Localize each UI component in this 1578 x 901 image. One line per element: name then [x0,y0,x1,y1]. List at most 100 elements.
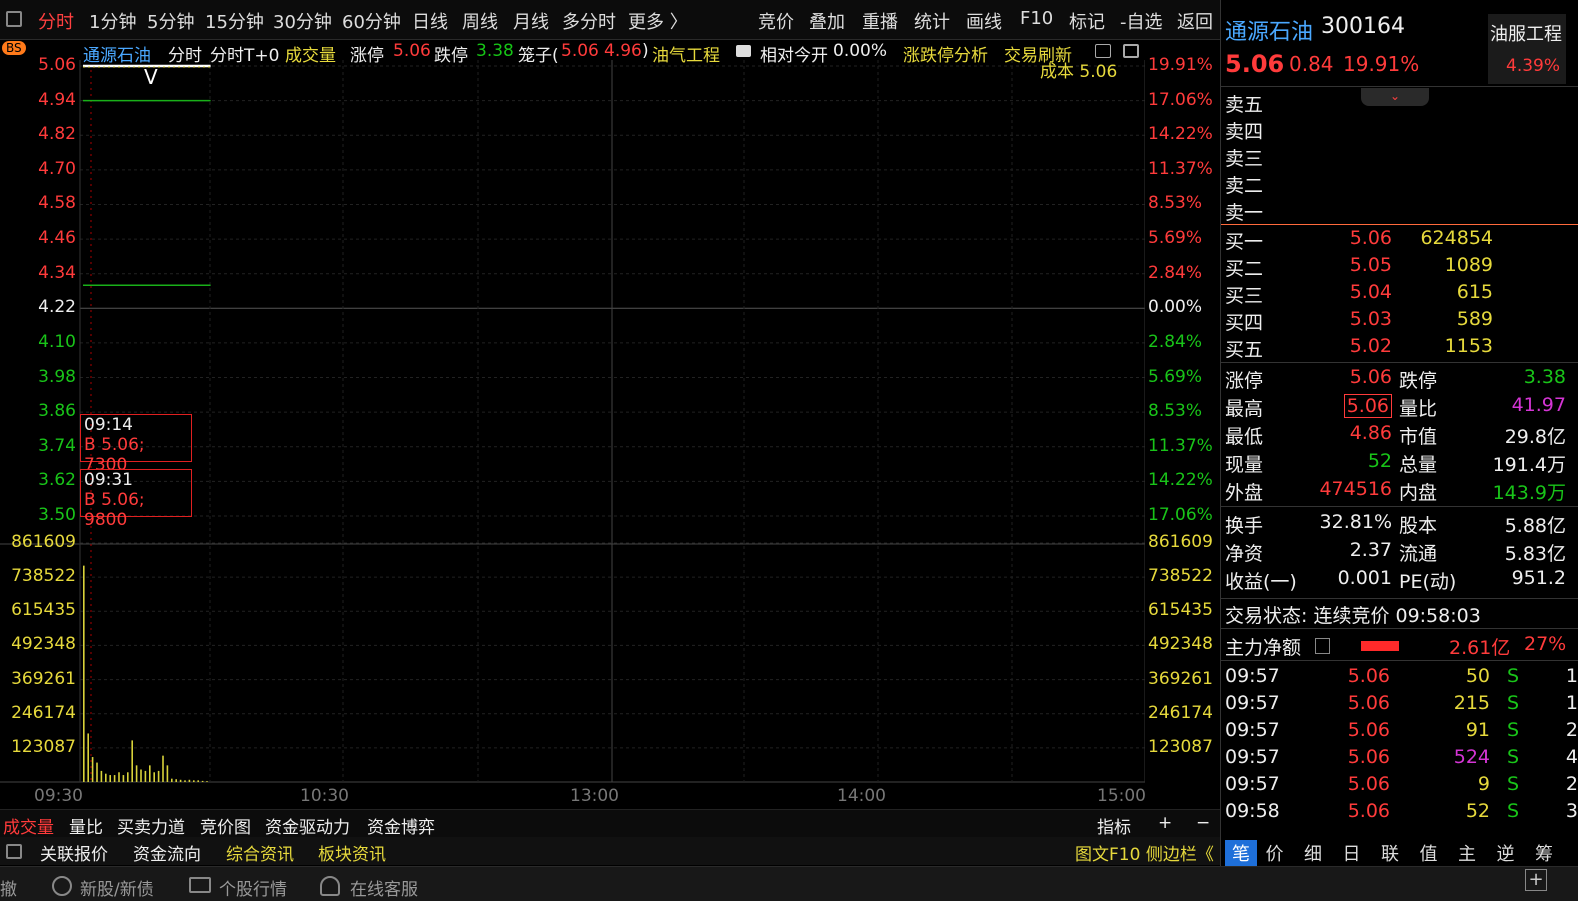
sidebar-toggle-icon[interactable] [1123,44,1139,58]
volume-bar [184,780,186,782]
tab-5min[interactable]: 5分钟 [147,8,194,34]
detail-tab[interactable]: 笔 [1225,840,1257,866]
mark-button[interactable]: 标记 [1069,8,1105,34]
list-icon[interactable] [1315,638,1330,654]
f10-sidebar-link[interactable]: 图文F10 侧边栏《 [1075,840,1214,865]
panel-icon[interactable] [6,844,22,859]
rel-open-value: 0.00% [833,41,888,61]
bid-price[interactable]: 5.04 [1350,281,1392,303]
quote-pct: 19.91% [1343,52,1420,76]
overlay-button[interactable]: 叠加 [809,8,845,34]
tick-volume: 50 [1465,665,1490,687]
detail-tab[interactable]: 细 [1304,840,1322,866]
tab-monthly[interactable]: 月线 [513,8,549,34]
cage-upper: 5.06 [561,41,599,61]
expand-icon[interactable] [1095,44,1111,58]
draw-button[interactable]: 画线 [966,8,1002,34]
tab-related-quotes[interactable]: 关联报价 [40,840,108,865]
stock-quote-link[interactable]: 个股行情 [219,875,287,900]
ipo-link[interactable]: 新股/新债 [80,875,154,900]
time-tick: 09:30 [34,786,83,806]
watchlist-remove-button[interactable]: -自选 [1120,8,1163,34]
ipo-icon [52,876,72,896]
volume-bar [100,770,103,782]
intraday-chart[interactable]: V 成本 5.06 5.06 4.94 4.82 4.70 4.58 4.46 4.34 4.… [0,55,1213,806]
tab-volume[interactable]: 成交量 [3,813,54,838]
price-tick: 4.46 [38,228,76,249]
stat-label: 股本 [1399,515,1438,537]
indicator-button[interactable]: 指标 [1097,813,1131,838]
bid-price[interactable]: 5.06 [1350,227,1392,249]
detail-tab[interactable]: 价 [1266,840,1284,866]
detail-tab[interactable]: 逆 [1497,840,1515,866]
tab-60min[interactable]: 60分钟 [342,8,401,34]
tab-multi[interactable]: 多分时 [562,8,616,34]
tick-count: 2 [1565,719,1578,741]
volume-bar [91,757,94,782]
tab-news[interactable]: 综合资讯 [226,840,294,865]
detail-tab[interactable]: 筹 [1535,840,1553,866]
tick-count: 3 [1565,800,1578,822]
tab-1min[interactable]: 1分钟 [89,8,136,34]
bid-volume: 624854 [1420,227,1493,249]
stat-label: 涨停 [1225,370,1264,392]
tab-more[interactable]: 更多 〉 [628,8,688,34]
tab-daily[interactable]: 日线 [412,8,448,34]
tab-capital-game[interactable]: 资金博弈 [367,813,435,838]
remove-indicator-button[interactable]: − [1196,813,1210,833]
back-button[interactable]: 返回 [1177,8,1213,34]
collapse-chevron-icon[interactable]: ⌄ [1361,88,1429,106]
indicator-tabs: 成交量 量比 买卖力道 竞价图 资金驱动力 资金博弈 指标 + − [0,809,1220,838]
trade-marker[interactable]: 09:31 B 5.06; 9800 [80,469,192,530]
volume-bar [105,773,107,782]
tick-count: 4 [1565,746,1578,768]
tab-15min[interactable]: 15分钟 [205,8,264,34]
detail-tab[interactable]: 值 [1420,840,1438,866]
tab-buy-sell-power[interactable]: 买卖力道 [117,813,185,838]
limit-down-value: 3.38 [476,41,514,61]
layout-icon[interactable] [6,11,22,27]
tab-30min[interactable]: 30分钟 [273,8,332,34]
bid-label: 买一 [1225,231,1264,253]
pct-tick: 17.06% [1148,505,1213,525]
volume-bar [122,775,125,782]
bid-price[interactable]: 5.02 [1350,335,1392,357]
volume-bar [87,733,89,782]
camera-icon[interactable] [736,45,751,57]
tab-volume-ratio[interactable]: 量比 [69,813,103,838]
tab-capital-drive[interactable]: 资金驱动力 [265,813,350,838]
tab-weekly[interactable]: 周线 [462,8,498,34]
cancel-order-link[interactable]: 撤 [0,875,17,900]
replay-button[interactable]: 重播 [862,8,898,34]
bid-price[interactable]: 5.03 [1350,308,1392,330]
stat-label: 总量 [1399,454,1438,476]
detail-tab[interactable]: 联 [1381,840,1399,866]
f10-button[interactable]: F10 [1020,8,1053,29]
headset-icon [320,876,340,896]
trade-marker[interactable]: 09:14 B 5.06; 7300 [80,414,192,475]
tab-auction-chart[interactable]: 竞价图 [200,813,251,838]
tab-sector-news[interactable]: 板块资讯 [318,840,386,865]
detail-tab[interactable]: 日 [1343,840,1361,866]
pct-tick: 11.37% [1148,435,1213,456]
stats-button[interactable]: 统计 [914,8,950,34]
customer-service-link[interactable]: 在线客服 [350,875,418,900]
pct-tick: 11.37% [1148,158,1213,179]
marker-text: B 5.06; 9800 [84,490,145,530]
bs-badge[interactable]: BS [2,41,26,55]
tab-capital-flow[interactable]: 资金流向 [133,840,201,865]
add-window-icon[interactable]: + [1525,869,1547,891]
pct-tick: 14.22% [1148,470,1213,491]
volume-bar [140,769,142,782]
volume-bar [201,780,204,782]
tab-fenshi[interactable]: 分时 [38,8,74,34]
auction-button[interactable]: 竞价 [758,8,794,34]
bid-price[interactable]: 5.05 [1350,254,1392,276]
stat-label: 外盘 [1225,482,1264,504]
add-indicator-button[interactable]: + [1158,813,1172,833]
quote-stock-name[interactable]: 通源石油 [1225,14,1313,46]
sector-box[interactable]: 油服工程 4.39% [1488,14,1566,84]
bid-label: 买二 [1225,258,1264,280]
stat-value: 41.97 [1511,394,1566,416]
detail-tab[interactable]: 主 [1458,840,1476,866]
